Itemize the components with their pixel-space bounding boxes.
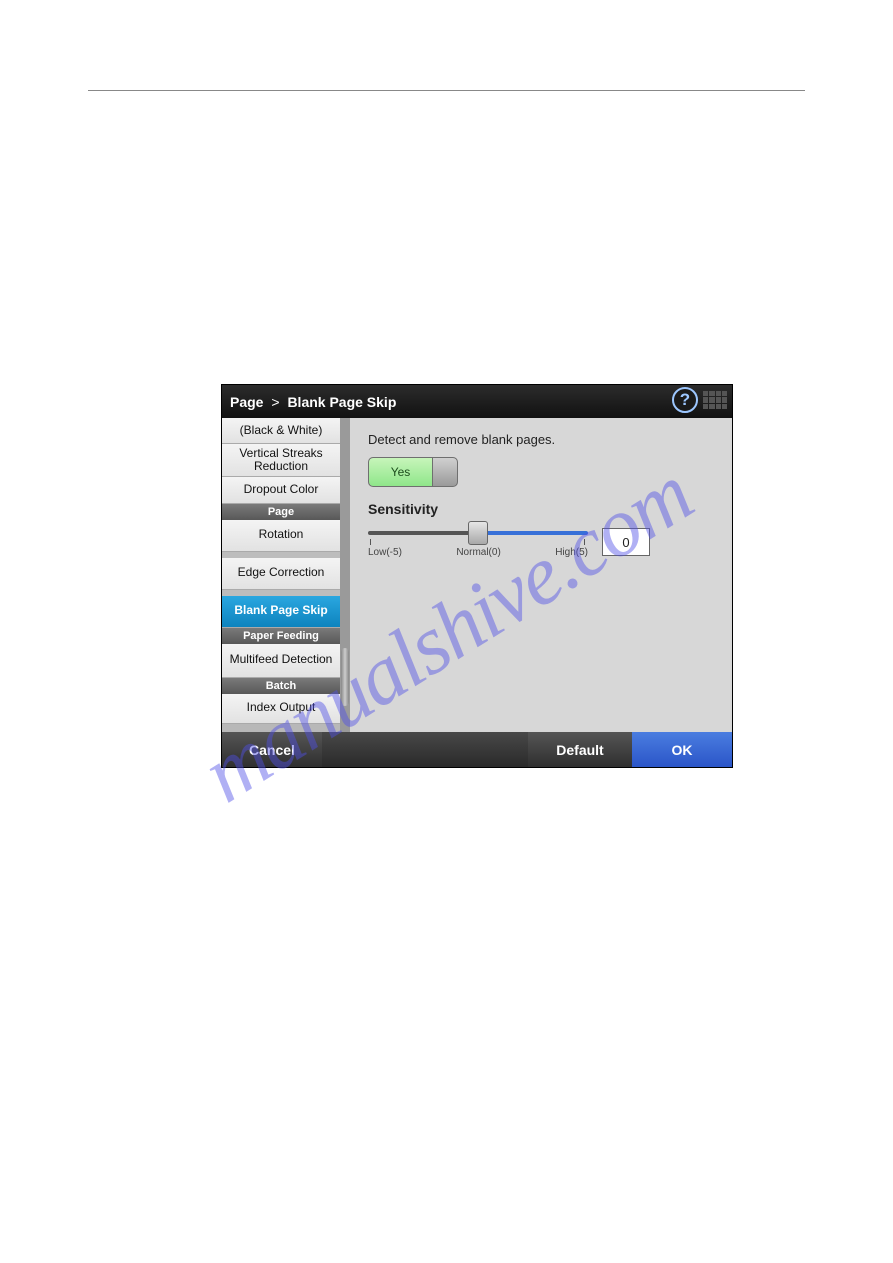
ok-button[interactable]: OK [632, 732, 732, 767]
breadcrumb-root: Page [230, 394, 263, 410]
help-icon[interactable]: ? [672, 387, 698, 413]
blank-page-skip-toggle[interactable]: Yes [368, 457, 458, 487]
settings-dialog: Page > Blank Page Skip ? (Black & White)… [221, 384, 733, 768]
sidebar-item-index-output[interactable]: Index Output [222, 694, 340, 724]
footer-spacer [322, 732, 528, 767]
page-divider [88, 90, 805, 91]
sensitivity-label: Sensitivity [368, 501, 716, 517]
cancel-button[interactable]: Cancel [222, 732, 322, 767]
sensitivity-value[interactable]: 0 [602, 528, 650, 556]
scrollbar-thumb[interactable] [341, 648, 349, 706]
sidebar-item-dropout-color[interactable]: Dropout Color [222, 477, 340, 503]
settings-sidebar: (Black & White) Vertical Streaks Reducti… [222, 418, 340, 732]
title-bar: Page > Blank Page Skip ? [222, 385, 732, 418]
sidebar-header-page: Page [222, 504, 340, 520]
setting-description: Detect and remove blank pages. [368, 432, 716, 447]
slider-label-low: Low(-5) [368, 547, 402, 558]
sidebar-scrollbar[interactable] [340, 418, 350, 732]
sidebar-item-vertical-streaks[interactable]: Vertical Streaks Reduction [222, 444, 340, 477]
slider-labels: Low(-5) Normal(0) High(5) [368, 547, 588, 558]
slider-tick-low [370, 539, 371, 545]
breadcrumb: Page > Blank Page Skip [230, 394, 396, 410]
slider-tick-high [584, 539, 585, 545]
content-pane: Detect and remove blank pages. Yes Sensi… [350, 418, 732, 732]
sidebar-item-edge-correction[interactable]: Edge Correction [222, 558, 340, 590]
breadcrumb-separator: > [267, 394, 283, 410]
keyboard-icon[interactable] [702, 390, 728, 410]
slider-label-normal: Normal(0) [456, 547, 500, 558]
sensitivity-slider[interactable]: Low(-5) Normal(0) High(5) [368, 525, 588, 559]
slider-thumb[interactable] [468, 521, 488, 545]
toggle-knob [433, 458, 457, 486]
breadcrumb-current: Blank Page Skip [287, 394, 396, 410]
default-button[interactable]: Default [528, 732, 632, 767]
sidebar-header-paper-feeding: Paper Feeding [222, 628, 340, 644]
toggle-on-label: Yes [369, 458, 433, 486]
sidebar-item-multifeed-detection[interactable]: Multifeed Detection [222, 644, 340, 678]
dialog-footer: Cancel Default OK [222, 732, 732, 767]
sidebar-item-rotation[interactable]: Rotation [222, 520, 340, 552]
sidebar-header-batch: Batch [222, 678, 340, 694]
slider-label-high: High(5) [555, 547, 588, 558]
sidebar-item-cleanup-bw[interactable]: (Black & White) [222, 418, 340, 444]
sidebar-item-blank-page-skip[interactable]: Blank Page Skip [222, 596, 340, 628]
